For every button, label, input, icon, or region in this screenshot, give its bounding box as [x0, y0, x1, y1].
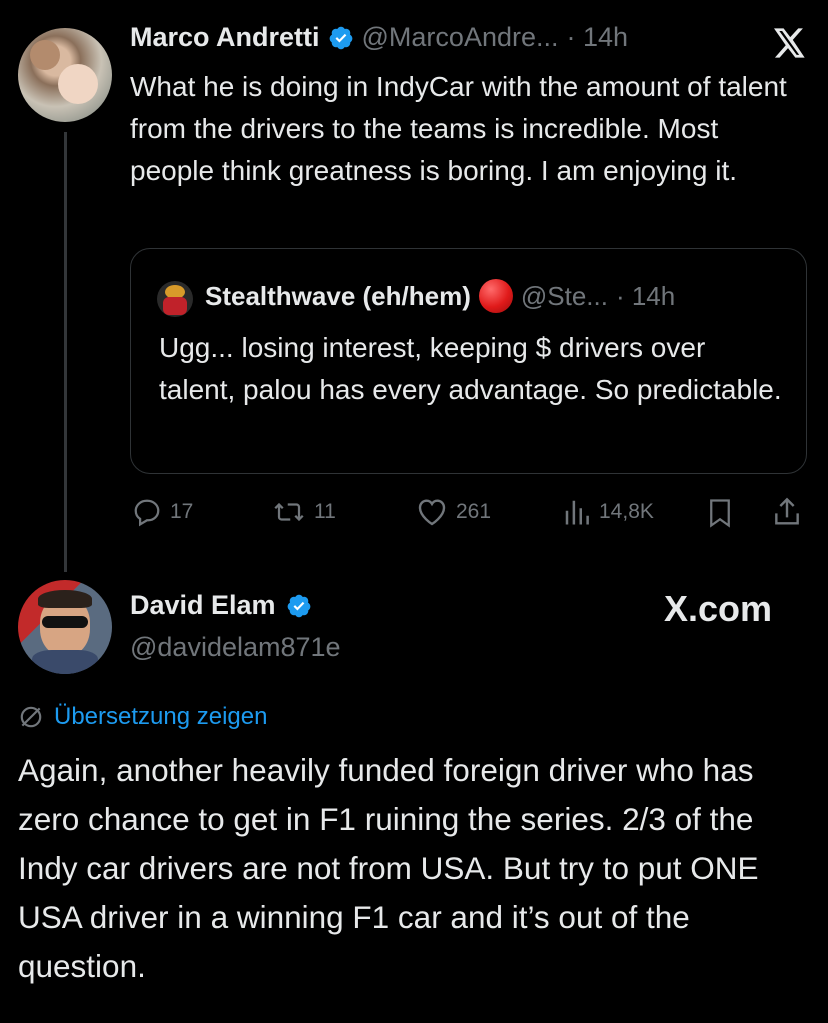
- verified-badge-icon: [329, 26, 352, 49]
- quote-card[interactable]: Stealthwave (eh/hem) @Ste... · 14h Ugg..…: [130, 248, 807, 474]
- bookmark-icon[interactable]: [706, 498, 734, 528]
- views-count: 14,8K: [599, 500, 654, 523]
- reply-button[interactable]: 17: [132, 497, 193, 527]
- avatar-david[interactable]: [18, 580, 112, 674]
- views-button[interactable]: 14,8K: [563, 497, 654, 527]
- tweet-time[interactable]: · 14h: [567, 22, 629, 53]
- like-button[interactable]: 261: [416, 497, 491, 527]
- reply-count: 17: [170, 500, 194, 523]
- translate-label[interactable]: Übersetzung zeigen: [54, 703, 267, 731]
- reply-icon: [134, 499, 160, 527]
- views-icon: [565, 500, 589, 525]
- quote-header: Stealthwave (eh/hem) @Ste... · 14h: [205, 279, 675, 313]
- quote-text: Ugg... losing interest, keeping $ driver…: [159, 332, 782, 405]
- reply-text: Again, another heavily funded foreign dr…: [18, 752, 759, 984]
- quote-author-name: Stealthwave (eh/hem): [205, 280, 471, 311]
- author-name[interactable]: Marco Andretti: [130, 22, 320, 53]
- like-icon: [418, 499, 446, 526]
- quote-time: · 14h: [615, 280, 676, 311]
- repost-count: 11: [314, 500, 336, 523]
- translate-icon: [20, 706, 42, 728]
- verified-badge-icon: [287, 594, 310, 617]
- reply-author-handle[interactable]: @davidelam871e: [130, 632, 341, 663]
- red-circle-icon: [478, 279, 513, 313]
- share-icon[interactable]: [772, 496, 802, 528]
- author-handle[interactable]: @MarcoAndre...: [362, 22, 559, 53]
- like-count: 261: [456, 500, 492, 523]
- reply-author-name[interactable]: David Elam: [130, 590, 276, 621]
- reply-header: David Elam: [130, 590, 312, 621]
- translate-link[interactable]: Übersetzung zeigen: [18, 703, 267, 731]
- x-logo-icon: [774, 28, 805, 58]
- tweet-header: Marco Andretti @MarcoAndre... · 14h: [130, 22, 628, 53]
- thread-line: [64, 132, 67, 572]
- brand-label: X.com: [664, 588, 773, 629]
- quote-avatar: [157, 281, 193, 317]
- avatar-marco[interactable]: [18, 28, 112, 122]
- tweet-text: What he is doing in IndyCar with the amo…: [130, 71, 787, 186]
- repost-icon: [274, 502, 304, 522]
- repost-button[interactable]: 11: [272, 497, 336, 527]
- quote-author-handle: @Ste...: [520, 280, 608, 311]
